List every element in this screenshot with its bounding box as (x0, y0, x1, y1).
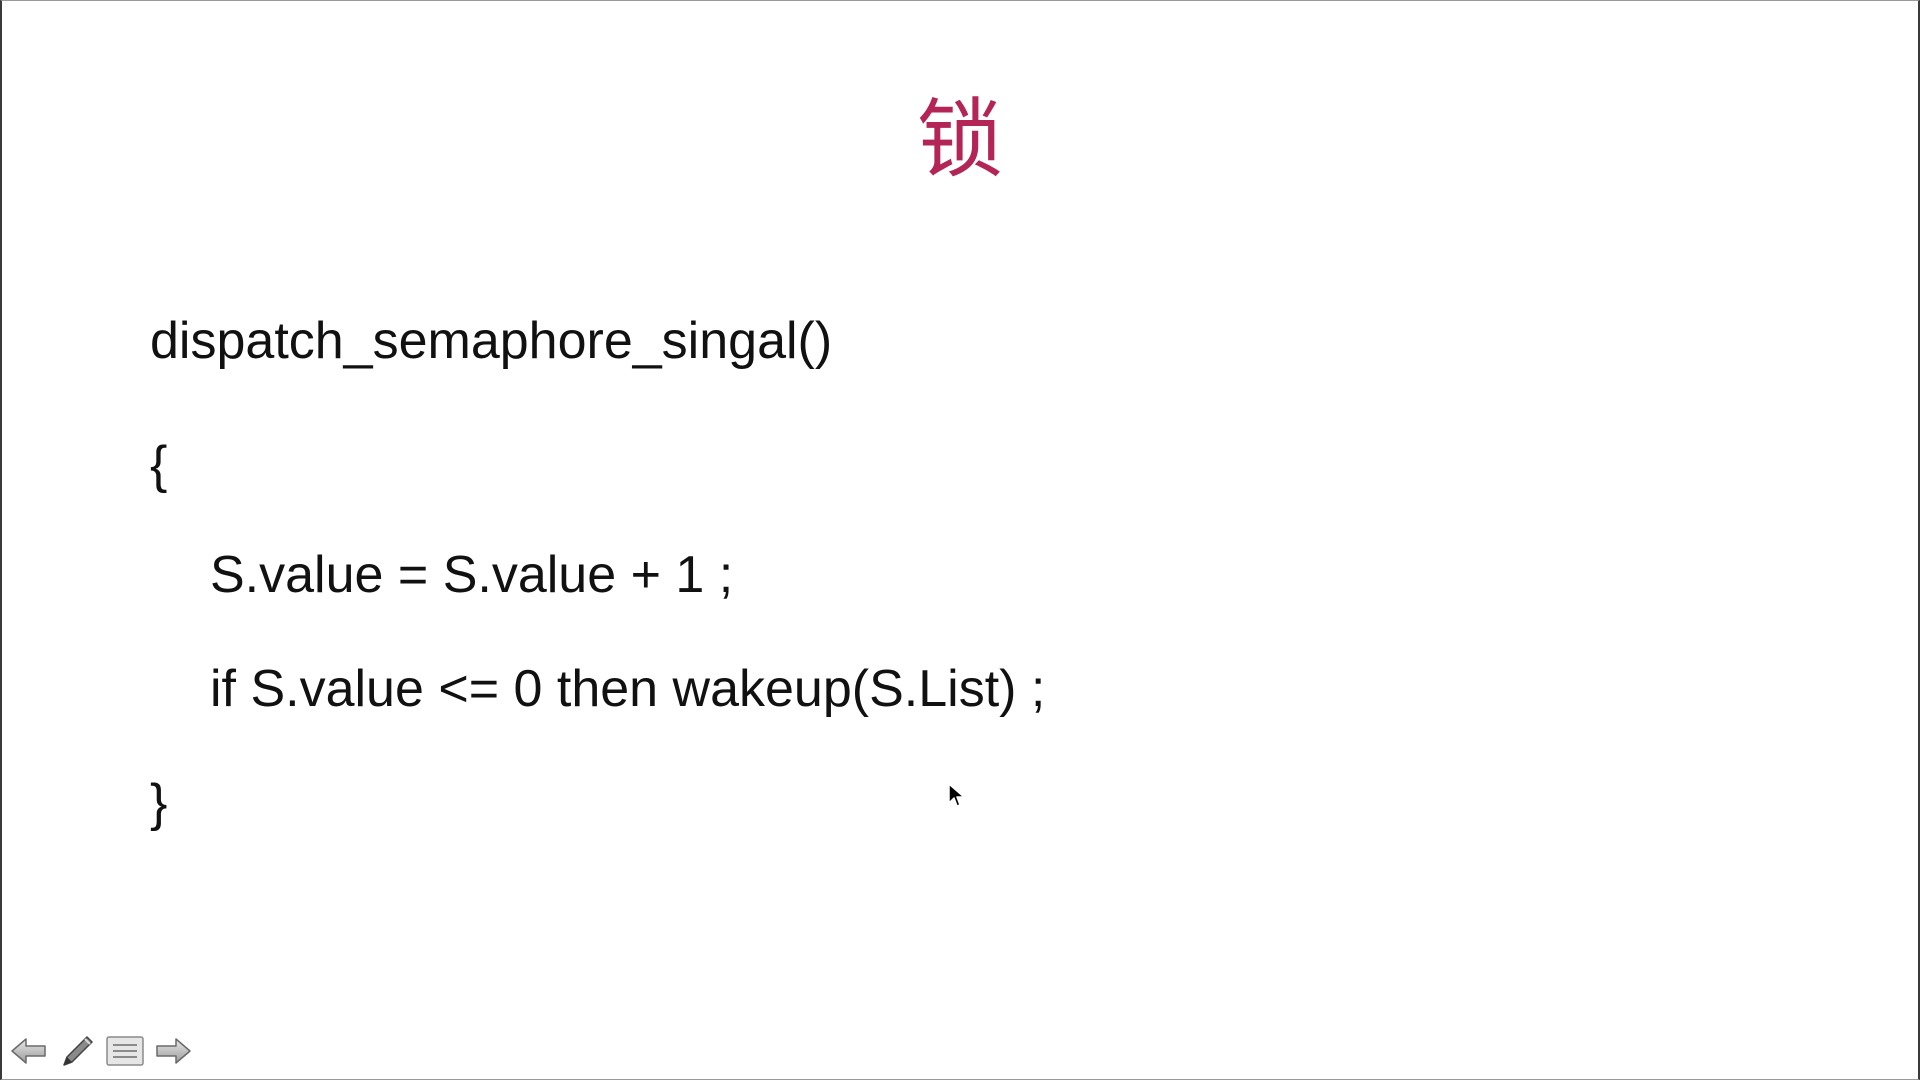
pen-icon (63, 1036, 93, 1066)
mouse-pointer-icon (948, 783, 966, 809)
code-line-increment: S.value = S.value + 1 ; (210, 546, 734, 604)
menu-icon (106, 1036, 144, 1066)
arrow-left-icon (11, 1038, 46, 1064)
pen-tool-button[interactable] (56, 1031, 98, 1071)
slide-navigation-controls (8, 1031, 194, 1071)
next-slide-button[interactable] (152, 1031, 194, 1071)
slide-title: 锁 (917, 90, 1003, 190)
code-line-close-brace: } (150, 774, 168, 832)
code-line-function-signature: dispatch_semaphore_singal() (150, 312, 833, 370)
code-line-open-brace: { (150, 436, 168, 494)
previous-slide-button[interactable] (8, 1031, 50, 1071)
presentation-slide: 锁 dispatch_semaphore_singal() { S.value … (0, 0, 1920, 1080)
arrow-right-icon (156, 1038, 191, 1064)
code-line-wakeup: if S.value <= 0 then wakeup(S.List) ; (210, 660, 1046, 718)
slide-menu-button[interactable] (104, 1031, 146, 1071)
